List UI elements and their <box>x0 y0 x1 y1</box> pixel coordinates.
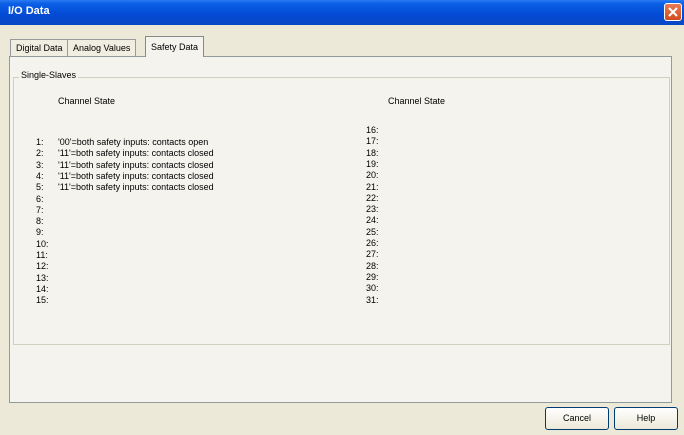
channel-number: 9: <box>36 227 44 238</box>
channel-row: 27: <box>366 248 666 260</box>
channel-number: 13: <box>36 272 49 283</box>
channel-state-value: '00'=both safety inputs: contacts open <box>58 137 209 147</box>
channel-row: 31: <box>366 294 666 306</box>
channel-number: 7: <box>36 204 44 215</box>
channel-number: 26: <box>366 238 379 248</box>
channel-row: 17: <box>366 135 666 147</box>
channel-number: 22: <box>366 192 379 203</box>
channel-row: 7: <box>36 204 336 216</box>
channel-number: 11: <box>36 250 48 260</box>
tab-analog-values[interactable]: Analog Values <box>67 39 137 56</box>
channel-number: 5: <box>36 182 44 193</box>
channel-row: 9: <box>36 226 336 238</box>
channel-row: 15: <box>36 294 336 306</box>
close-icon <box>668 7 678 17</box>
help-button[interactable]: Help <box>614 407 678 430</box>
group-label: Single-Slaves <box>19 70 79 80</box>
channel-number: 20: <box>366 170 379 181</box>
window-title: I/O Data <box>8 5 50 17</box>
channel-row: 28: <box>366 260 666 272</box>
channel-row: 14: <box>36 283 336 295</box>
channel-row: 24: <box>366 214 666 226</box>
channel-number: 12: <box>36 261 49 272</box>
channel-number: 23: <box>366 204 379 215</box>
channel-row: 2: '11'=both safety inputs: contacts clos… <box>36 147 336 159</box>
channel-number: 14: <box>36 283 49 294</box>
channel-row: 11: <box>36 249 336 261</box>
cancel-button[interactable]: Cancel <box>545 407 609 430</box>
channel-number: 19: <box>366 158 379 169</box>
title-bar: I/O Data <box>0 0 684 25</box>
channel-row: 19: <box>366 158 666 170</box>
channel-number: 27: <box>366 249 379 260</box>
channel-row: 12: <box>36 260 336 272</box>
channel-number: 24: <box>366 215 379 226</box>
channel-number: 8: <box>36 216 44 227</box>
channel-number: 15: <box>36 295 49 306</box>
channel-number: 25: <box>366 226 379 237</box>
channel-row: 30: <box>366 282 666 294</box>
channel-number: 29: <box>366 271 379 282</box>
channel-row: 5: '11'=both safety inputs: contacts clos… <box>36 181 336 193</box>
channel-state-value: '11'=both safety inputs: contacts closed <box>58 182 214 193</box>
channel-row: 22: <box>366 192 666 204</box>
tab-digital-data[interactable]: Digital Data <box>10 39 69 56</box>
channel-state-value: '11'=both safety inputs: contacts closed <box>58 159 214 170</box>
channel-number: 3: <box>36 159 44 170</box>
channel-number: 31: <box>366 294 379 305</box>
close-button[interactable] <box>664 3 682 21</box>
channel-number: 4: <box>36 170 44 181</box>
channel-row: 1: '00'=both safety inputs: contacts open <box>36 136 336 148</box>
channel-number: 28: <box>366 260 379 271</box>
channel-row: 3: '11'=both safety inputs: contacts clos… <box>36 159 336 171</box>
channel-row: 26: <box>366 237 666 249</box>
channel-number: 6: <box>36 193 44 204</box>
channel-row: 13: <box>36 272 336 284</box>
channel-row: 20: <box>366 169 666 181</box>
channel-row: 6: <box>36 193 336 205</box>
channel-row: 18: <box>366 147 666 159</box>
channel-row: 10: <box>36 238 336 250</box>
channel-number: 16: <box>366 125 379 135</box>
right-channel-state-header: Channel State <box>388 96 446 106</box>
channel-state-value: '11'=both safety inputs: contacts closed <box>58 148 214 159</box>
channel-number: 18: <box>366 147 379 158</box>
channel-number: 21: <box>366 181 379 192</box>
channel-number: 2: <box>36 148 44 159</box>
channel-row: 4: '11'=both safety inputs: contacts clos… <box>36 170 336 182</box>
left-channel-state-header: Channel State <box>58 96 116 106</box>
channel-number: 30: <box>366 283 379 294</box>
channel-number: 1: <box>36 137 44 147</box>
tab-safety-data[interactable]: Safety Data <box>145 36 205 57</box>
channel-number: 17: <box>366 136 379 147</box>
channel-number: 10: <box>36 238 49 249</box>
channel-state-value: '11'=both safety inputs: contacts closed <box>58 170 214 181</box>
channel-row: 21: <box>366 181 666 193</box>
channel-row: 23: <box>366 203 666 215</box>
channel-row: 25: <box>366 226 666 238</box>
channel-row: 16: <box>366 124 666 136</box>
channel-row: 8: <box>36 215 336 227</box>
channel-row: 29: <box>366 271 666 283</box>
